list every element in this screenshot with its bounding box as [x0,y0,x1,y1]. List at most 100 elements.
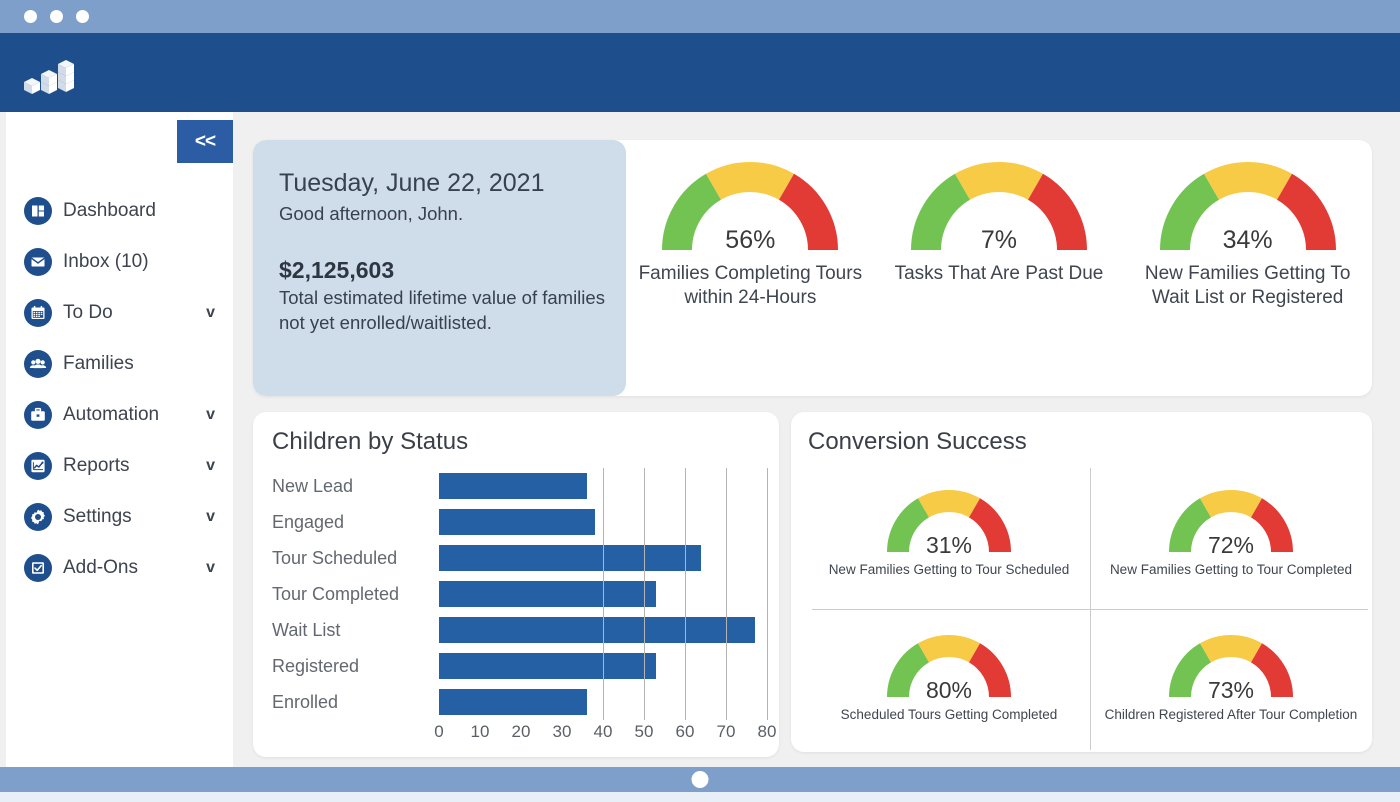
bar-row: Enrolled [272,684,772,720]
envelope-icon [24,247,52,276]
x-axis-tick: 70 [716,722,736,741]
gauge-caption: Families Completing Tours within 24-Hour… [638,263,863,308]
sidebar-item-label: Automation [63,403,160,425]
gauge-value: 7% [980,226,1018,254]
children-by-status-card: Children by Status New Lead Engaged Tour S… [253,412,779,757]
sidebar-nav: Dashboard Inbox (10) To Do v Families Automat… [6,185,233,593]
chevron-down-icon[interactable]: v [206,508,215,526]
bar-fill[interactable] [439,653,657,679]
welcome-panel: Tuesday, June 22, 2021 Good afternoon, J… [253,140,626,396]
sidebar-item-inbox-10[interactable]: Inbox (10) [6,236,233,287]
bar-category-label: Wait List [272,619,341,640]
sidebar-item-label: Reports [63,454,130,476]
calendar-icon [24,298,52,327]
window-titlebar [0,0,1400,33]
bar-row: New Lead [272,468,772,504]
bar-fill[interactable] [439,509,595,535]
children-by-status-chart: New Lead Engaged Tour Scheduled Tour Comple… [272,468,776,746]
lifetime-value-description: Total estimated lifetime value of famili… [279,287,605,333]
chevron-down-icon[interactable]: v [206,304,215,322]
gauge: 34% [1159,162,1336,257]
top-gauge: 7% Tasks That Are Past Due [877,162,1121,286]
gauge-value: 31% [925,532,973,559]
sidebar-item-label: Settings [63,505,132,527]
x-axis-tick: 50 [634,722,654,741]
gauge-value: 56% [725,226,776,254]
line-chart-icon [24,451,52,480]
sidebar-item-add-ons[interactable]: Add-Ons v [6,542,233,593]
sidebar-item-settings[interactable]: Settings v [6,491,233,542]
gauge-caption: Children Registered After Tour Completio… [1104,707,1358,723]
top-gauge: 34% New Families Getting To Wait List or … [1126,162,1370,310]
chevron-down-icon[interactable]: v [206,457,215,475]
gauge-value: 72% [1207,532,1255,559]
bar-track [439,581,767,607]
gauge-value: 73% [1207,677,1255,704]
minimize-dot-icon[interactable] [50,10,63,23]
close-dot-icon[interactable] [24,10,37,23]
x-axis-tick: 60 [675,722,695,741]
x-axis-tick: 30 [552,722,572,741]
conversion-gauge-cell: 73% Children Registered After Tour Comple… [1090,609,1372,754]
bar-category-label: New Lead [272,475,354,496]
x-axis-tick: 40 [593,722,613,741]
sidebar-item-label: Add-Ons [63,556,138,578]
dashboard-icon [24,196,52,225]
bar-category-label: Registered [272,655,360,676]
app-header [0,33,1400,112]
bar-track [439,617,767,643]
sidebar-item-label: Dashboard [63,199,156,221]
sidebar-item-families[interactable]: Families [6,338,233,389]
top-gauge: 56% Families Completing Tours within 24-H… [628,162,872,310]
sidebar-item-label: Inbox (10) [63,250,149,272]
summary-card: Tuesday, June 22, 2021 Good afternoon, J… [253,140,1372,396]
gear-icon [24,502,52,531]
bar-row: Registered [272,648,772,684]
maximize-dot-icon[interactable] [76,10,89,23]
bar-fill[interactable] [439,689,587,715]
gauge-value: 34% [1222,226,1273,254]
home-indicator[interactable] [691,771,709,788]
main-content: Tuesday, June 22, 2021 Good afternoon, J… [253,112,1393,767]
gauge-caption: New Families Getting to Tour Completed [1109,562,1353,578]
gauge: 73% [1169,635,1293,704]
welcome-greeting: Good afternoon, John. [279,203,464,225]
bar-track [439,653,767,679]
children-by-status-title: Children by Status [272,428,469,455]
bar-category-label: Enrolled [272,691,339,712]
gauge-caption: New Families Getting To Wait List or Reg… [1144,263,1351,308]
bar-fill[interactable] [439,545,702,571]
sidebar: << Dashboard Inbox (10) To Do v Families Auto… [6,112,233,767]
conversion-success-title: Conversion Success [808,428,1027,455]
people-icon [24,349,52,378]
gauge: 72% [1169,490,1293,559]
sidebar-item-label: To Do [63,301,113,323]
app-window: << Dashboard Inbox (10) To Do v Families Auto… [0,0,1400,802]
bar-track [439,509,767,535]
sidebar-item-automation[interactable]: Automation v [6,389,233,440]
conversion-gauge-grid: 31% New Families Getting to Tour Schedule… [808,464,1372,754]
gauge-caption: Tasks That Are Past Due [894,263,1104,284]
bar-rows: New Lead Engaged Tour Scheduled Tour Comple… [272,468,772,720]
bar-track [439,545,767,571]
sidebar-item-dashboard[interactable]: Dashboard [6,185,233,236]
sidebar-item-reports[interactable]: Reports v [6,440,233,491]
bar-category-label: Tour Scheduled [272,547,398,568]
sidebar-item-to-do[interactable]: To Do v [6,287,233,338]
chevron-down-icon[interactable]: v [206,406,215,424]
bar-category-label: Engaged [272,511,345,532]
bar-track [439,689,767,715]
gauge: 56% [662,162,839,257]
bar-row: Tour Scheduled [272,540,772,576]
x-axis-tick: 80 [757,722,777,741]
bar-fill[interactable] [439,473,587,499]
chevron-down-icon[interactable]: v [206,559,215,577]
gauge: 7% [910,162,1087,257]
sidebar-collapse-button[interactable]: << [177,120,233,163]
conversion-gauge-cell: 72% New Families Getting to Tour Complete… [1090,464,1372,609]
bar-fill[interactable] [439,581,657,607]
bar-track [439,473,767,499]
bar-fill[interactable] [439,617,755,643]
brand-logo-icon[interactable] [22,48,78,98]
briefcase-icon [24,400,52,429]
